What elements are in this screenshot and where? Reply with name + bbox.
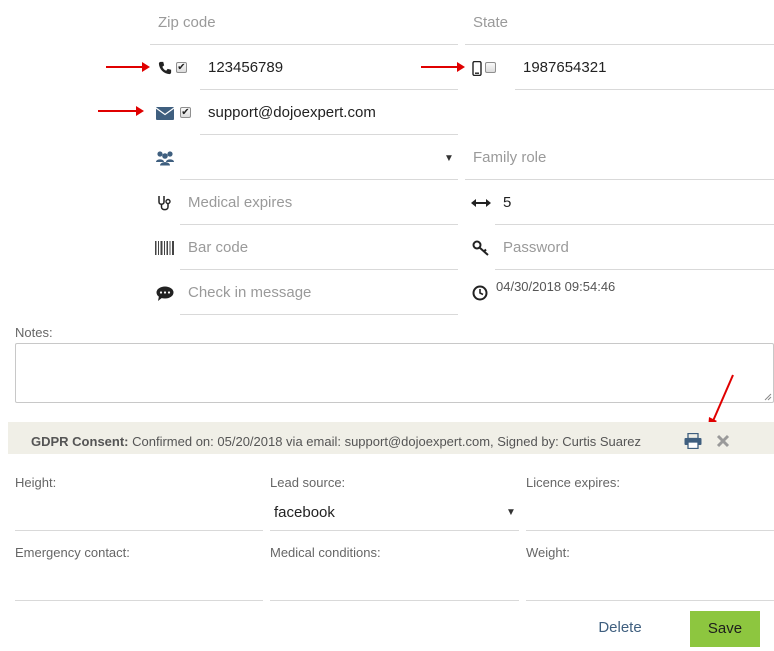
envelope-icon bbox=[155, 103, 175, 123]
family-role-placeholder: Family role bbox=[473, 149, 547, 166]
lead-source-label: Lead source: bbox=[270, 475, 346, 490]
mobile-phone-icon bbox=[467, 58, 487, 78]
weight-label: Weight: bbox=[526, 545, 570, 560]
weight-input[interactable] bbox=[526, 600, 774, 601]
key-icon bbox=[471, 238, 491, 258]
medical-expires-placeholder: Medical expires bbox=[188, 194, 293, 211]
bar-code-field[interactable]: Bar code bbox=[180, 226, 458, 270]
medical-conditions-label: Medical conditions: bbox=[270, 545, 381, 560]
red-arrow-icon bbox=[106, 62, 150, 72]
chevron-down-icon[interactable]: ▼ bbox=[506, 507, 516, 518]
medical-expires-field[interactable]: Medical expires bbox=[180, 181, 458, 225]
password-placeholder: Password bbox=[503, 239, 569, 256]
gdpr-text: Confirmed on: 05/20/2018 via email: supp… bbox=[132, 434, 642, 449]
gdpr-consent-bar: GDPR Consent: Confirmed on: 05/20/2018 v… bbox=[8, 422, 774, 454]
height-rank-value: 5 bbox=[503, 194, 512, 211]
zip-code-placeholder: Zip code bbox=[158, 14, 216, 31]
emergency-contact-input[interactable] bbox=[15, 600, 263, 601]
licence-expires-label: Licence expires: bbox=[526, 475, 620, 490]
height-rank-field[interactable]: 5 bbox=[495, 181, 774, 225]
delete-button[interactable]: Delete bbox=[588, 610, 652, 646]
family-group-icon bbox=[155, 148, 175, 168]
email-checkbox[interactable]: ✔ bbox=[180, 107, 191, 118]
email-field[interactable]: support@dojoexpert.com bbox=[200, 91, 458, 135]
phone-field[interactable]: 123456789 bbox=[200, 46, 458, 90]
red-arrow-icon bbox=[98, 106, 144, 116]
bar-code-placeholder: Bar code bbox=[188, 239, 249, 256]
close-icon[interactable] bbox=[713, 431, 733, 451]
mobile-value: 1987654321 bbox=[523, 59, 607, 76]
resize-handle-icon[interactable] bbox=[764, 393, 772, 401]
red-arrow-icon bbox=[421, 62, 465, 72]
chevron-down-icon[interactable]: ▼ bbox=[444, 153, 454, 164]
lead-source-underline bbox=[270, 530, 519, 531]
horizontal-arrows-icon bbox=[471, 193, 491, 213]
emergency-contact-label: Emergency contact: bbox=[15, 545, 130, 560]
barcode-icon bbox=[155, 238, 175, 258]
save-button[interactable]: Save bbox=[690, 611, 760, 647]
stethoscope-icon bbox=[155, 193, 175, 213]
email-value: support@dojoexpert.com bbox=[208, 104, 376, 121]
notes-label: Notes: bbox=[15, 325, 53, 340]
family-role-field[interactable]: Family role bbox=[465, 136, 774, 180]
family-select[interactable] bbox=[180, 136, 458, 180]
print-icon[interactable] bbox=[683, 431, 703, 451]
mobile-field[interactable]: 1987654321 bbox=[515, 46, 774, 90]
timestamp-text: 04/30/2018 09:54:46 bbox=[496, 279, 616, 294]
notes-textarea[interactable] bbox=[15, 343, 774, 403]
speech-bubble-icon bbox=[155, 283, 175, 303]
state-field[interactable]: State bbox=[465, 1, 774, 45]
clock-icon bbox=[470, 283, 490, 303]
licence-expires-input[interactable] bbox=[526, 530, 774, 531]
gdpr-label: GDPR Consent: bbox=[31, 434, 129, 449]
password-field[interactable]: Password bbox=[495, 226, 774, 270]
check-in-message-field[interactable]: Check in message bbox=[180, 271, 458, 315]
height-input[interactable] bbox=[15, 530, 263, 531]
mobile-checkbox[interactable] bbox=[485, 62, 496, 73]
check-in-message-placeholder: Check in message bbox=[188, 284, 312, 301]
phone-checkbox[interactable]: ✔ bbox=[176, 62, 187, 73]
phone-icon bbox=[155, 58, 175, 78]
height-label: Height: bbox=[15, 475, 57, 490]
phone-value: 123456789 bbox=[208, 59, 284, 76]
zip-code-field[interactable]: Zip code bbox=[150, 1, 458, 45]
state-placeholder: State bbox=[473, 14, 509, 31]
lead-source-select[interactable]: facebook bbox=[274, 504, 335, 521]
medical-conditions-input[interactable] bbox=[270, 600, 519, 601]
